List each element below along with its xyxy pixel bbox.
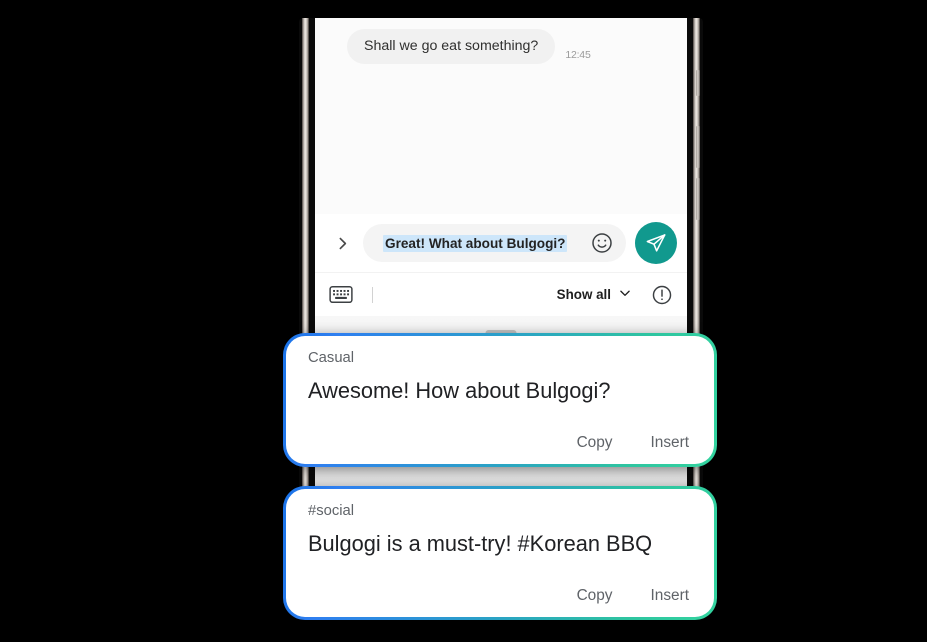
suggestion-card-tag: Casual	[308, 350, 355, 366]
message-input-bar: Great! What about Bulgogi?	[315, 214, 687, 272]
suggestion-card-actions: Copy Insert	[308, 587, 692, 607]
suggestion-card-actions: Copy Insert	[308, 434, 692, 454]
incoming-message-bubble: Shall we go eat something?	[347, 29, 556, 65]
draft-text-selected[interactable]: Great! What about Bulgogi?	[383, 234, 568, 252]
insert-button[interactable]: Insert	[651, 587, 690, 605]
chevron-down-icon	[618, 286, 632, 303]
suggestion-card-tag: #social	[308, 503, 355, 519]
suggestion-card-body: Casual Awesome! How about Bulgogi? Copy …	[286, 336, 714, 464]
suggestion-toolbar: Show all	[315, 272, 687, 316]
side-button-volume-down[interactable]	[696, 126, 700, 168]
suggestion-card-body: #social Bulgogi is a must-try! #Korean B…	[286, 489, 714, 617]
show-all-label: Show all	[556, 287, 611, 302]
emoji-smiley-icon[interactable]	[590, 231, 614, 255]
send-button[interactable]	[635, 222, 677, 264]
message-timestamp: 12:45	[565, 49, 591, 62]
insert-button[interactable]: Insert	[651, 434, 690, 452]
screenshot-canvas: Shall we go eat something? 12:45 Great! …	[0, 0, 927, 642]
toolbar-divider	[372, 286, 373, 303]
show-all-button[interactable]: Show all	[557, 286, 632, 303]
suggestion-card-text: Bulgogi is a must-try! #Korean BBQ	[308, 530, 653, 556]
suggestion-card-social[interactable]: #social Bulgogi is a must-try! #Korean B…	[283, 486, 717, 620]
side-button-power[interactable]	[696, 178, 700, 220]
copy-button[interactable]: Copy	[577, 434, 613, 452]
suggestion-card-text: Awesome! How about Bulgogi?	[308, 377, 611, 403]
suggestion-card-casual[interactable]: Casual Awesome! How about Bulgogi? Copy …	[283, 333, 717, 467]
info-exclamation-circle-icon[interactable]	[651, 284, 673, 306]
expand-chevron-right-icon[interactable]	[327, 228, 357, 258]
side-button-volume-up[interactable]	[696, 70, 700, 96]
copy-button[interactable]: Copy	[577, 587, 613, 605]
keyboard-icon[interactable]	[329, 285, 353, 304]
message-input-field[interactable]: Great! What about Bulgogi?	[363, 224, 626, 262]
message-row: Shall we go eat something? 12:45	[347, 29, 591, 65]
